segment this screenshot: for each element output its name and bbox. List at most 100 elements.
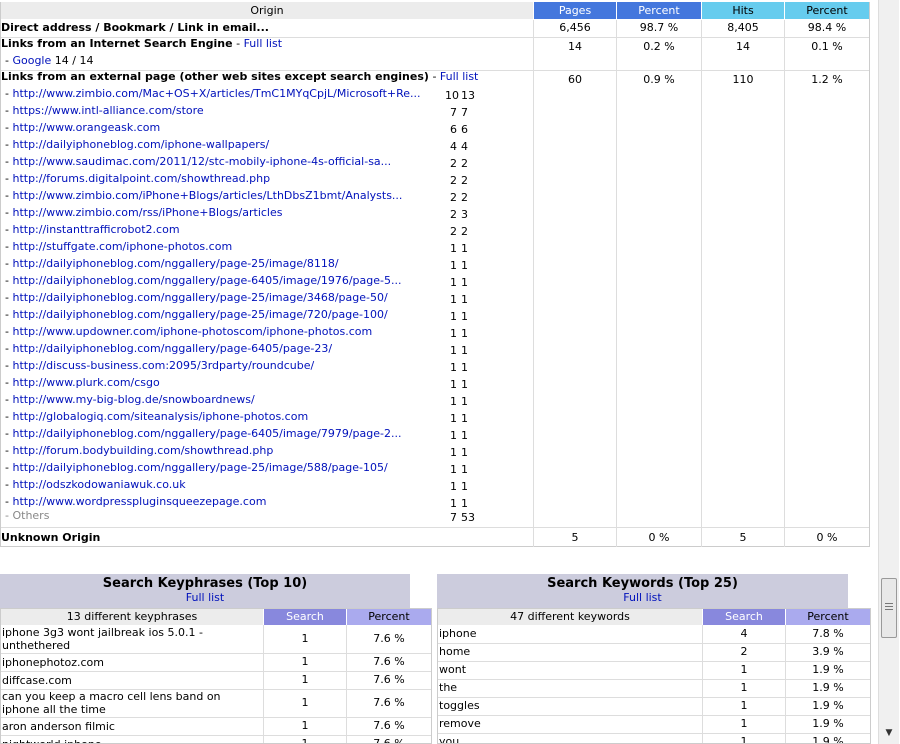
external-link[interactable]: http://www.plurk.com/csgo bbox=[12, 376, 159, 389]
keyphrase-row: aron anderson filmic 1 7.6 % bbox=[1, 717, 431, 736]
scrollbar-thumb[interactable] bbox=[881, 578, 897, 638]
external-link[interactable]: http://discuss-business.com:2095/3rdpart… bbox=[12, 359, 314, 372]
external-link-counts: 11 bbox=[445, 310, 485, 323]
keyword-row: remove 1 1.9 % bbox=[438, 715, 870, 734]
link-hits: 1 bbox=[461, 463, 468, 476]
external-link[interactable]: http://www.saudimac.com/2011/12/stc-mobi… bbox=[12, 155, 391, 168]
keyphrases-count-header: 13 different keyphrases bbox=[1, 609, 263, 625]
search-engine-hits: 14 bbox=[736, 40, 750, 53]
external-link[interactable]: http://globalogiq.com/siteanalysis/iphon… bbox=[12, 410, 308, 423]
unknown-label: Unknown Origin bbox=[1, 531, 101, 544]
external-link-counts: 22 bbox=[445, 191, 485, 204]
external-link[interactable]: http://dailyiphoneblog.com/nggallery/pag… bbox=[12, 427, 401, 440]
keyphrase-search-count: 1 bbox=[301, 737, 309, 744]
link-pages: 2 bbox=[450, 208, 457, 221]
external-link[interactable]: http://www.my-big-blog.de/snowboardnews/ bbox=[12, 393, 254, 406]
scroll-down-arrow-icon[interactable]: ▼ bbox=[882, 728, 896, 742]
external-link[interactable]: http://www.updowner.com/iphone-photoscom… bbox=[12, 325, 372, 338]
external-link[interactable]: https://www.intl-alliance.com/store bbox=[12, 104, 203, 117]
link-pages: 1 bbox=[450, 378, 457, 391]
external-link-row: - http://www.plurk.com/csgo bbox=[5, 376, 160, 389]
keywords-count-header: 47 different keywords bbox=[438, 609, 702, 625]
link-hits: 3 bbox=[461, 208, 468, 221]
external-link-counts: 11 bbox=[445, 327, 485, 340]
external-link[interactable]: http://www.wordpresspluginsqueezepage.co… bbox=[12, 495, 266, 508]
google-link[interactable]: Google bbox=[12, 54, 51, 67]
external-pages-percent: 0.9 % bbox=[643, 73, 675, 86]
external-link-counts: 22 bbox=[445, 157, 485, 170]
vertical-scrollbar[interactable]: ▼ bbox=[878, 0, 899, 744]
col-divider bbox=[346, 653, 347, 671]
external-link-row: - http://dailyiphoneblog.com/nggallery/p… bbox=[5, 291, 388, 304]
others-row: - Others bbox=[5, 509, 49, 522]
external-link-counts: 11 bbox=[445, 395, 485, 408]
external-link-counts: 11 bbox=[445, 259, 485, 272]
keyphrases-search-header: Search bbox=[264, 609, 346, 625]
keywords-title: Search Keywords (Top 25) bbox=[547, 576, 738, 591]
keyword-percent: 1.9 % bbox=[812, 717, 844, 730]
external-link[interactable]: http://www.orangeask.com bbox=[12, 121, 160, 134]
external-link-counts: 11 bbox=[445, 276, 485, 289]
separator: - bbox=[432, 70, 440, 83]
external-link-row: - http://dailyiphoneblog.com/iphone-wall… bbox=[5, 138, 269, 151]
external-link-row: - https://www.intl-alliance.com/store bbox=[5, 104, 204, 117]
link-pages: 1 bbox=[450, 480, 457, 493]
pages-header: Pages bbox=[534, 2, 616, 19]
external-link[interactable]: http://forums.digitalpoint.com/showthrea… bbox=[12, 172, 270, 185]
external-link-row: - http://forums.digitalpoint.com/showthr… bbox=[5, 172, 270, 185]
search-engine-full-list-link[interactable]: Full list bbox=[244, 37, 282, 50]
external-link[interactable]: http://www.zimbio.com/iPhone+Blogs/artic… bbox=[12, 189, 402, 202]
external-link-counts: 66 bbox=[445, 123, 485, 136]
keyphrases-full-list-link[interactable]: Full list bbox=[186, 591, 224, 604]
external-link[interactable]: http://dailyiphoneblog.com/nggallery/pag… bbox=[12, 274, 401, 287]
keyword-text: remove bbox=[439, 717, 481, 730]
keyphrase-percent: 7.6 % bbox=[373, 673, 405, 686]
external-link[interactable]: http://stuffgate.com/iphone-photos.com bbox=[12, 240, 232, 253]
keyphrases-panel-header: Search Keyphrases (Top 10) Full list bbox=[0, 574, 410, 608]
external-link[interactable]: http://www.zimbio.com/Mac+OS+X/articles/… bbox=[12, 87, 420, 100]
col-divider bbox=[785, 697, 786, 715]
unknown-pages: 5 bbox=[571, 531, 579, 544]
col-divider bbox=[785, 643, 786, 661]
external-full-list-link[interactable]: Full list bbox=[440, 70, 478, 83]
keyphrase-percent: 7.6 % bbox=[373, 696, 405, 709]
external-link[interactable]: http://dailyiphoneblog.com/nggallery/pag… bbox=[12, 291, 387, 304]
keywords-full-list-link[interactable]: Full list bbox=[623, 591, 661, 604]
pages-percent-header: Percent bbox=[617, 2, 701, 19]
external-link[interactable]: http://dailyiphoneblog.com/nggallery/pag… bbox=[12, 461, 387, 474]
link-hits: 1 bbox=[461, 344, 468, 357]
others-counts: 7 53 bbox=[445, 511, 485, 524]
link-hits: 2 bbox=[461, 174, 468, 187]
link-hits: 1 bbox=[461, 378, 468, 391]
external-link-counts: 11 bbox=[445, 242, 485, 255]
direct-pages-percent: 98.7 % bbox=[639, 21, 679, 34]
keyword-text: home bbox=[439, 645, 471, 658]
col-divider bbox=[263, 717, 264, 735]
keyword-text: the bbox=[439, 681, 458, 694]
origin-header: Origin bbox=[1, 2, 533, 19]
external-link[interactable]: http://dailyiphoneblog.com/nggallery/pag… bbox=[12, 308, 387, 321]
external-link-row: - http://odszkodowaniawuk.co.uk bbox=[5, 478, 186, 491]
col-divider bbox=[702, 715, 703, 733]
external-link-row: - http://www.saudimac.com/2011/12/stc-mo… bbox=[5, 155, 391, 168]
keyword-row: iphone 4 7.8 % bbox=[438, 625, 870, 644]
external-link[interactable]: http://dailyiphoneblog.com/nggallery/pag… bbox=[12, 257, 338, 270]
col-divider bbox=[702, 679, 703, 697]
link-hits: 1 bbox=[461, 429, 468, 442]
external-link[interactable]: http://odszkodowaniawuk.co.uk bbox=[12, 478, 185, 491]
external-link-row: - http://www.my-big-blog.de/snowboardnew… bbox=[5, 393, 255, 406]
external-link[interactable]: http://dailyiphoneblog.com/iphone-wallpa… bbox=[12, 138, 269, 151]
keyphrase-text: nightworld iphone bbox=[2, 735, 257, 743]
link-hits: 1 bbox=[461, 361, 468, 374]
search-engine-pages-percent: 0.2 % bbox=[643, 40, 675, 53]
direct-hits-percent: 98.4 % bbox=[807, 21, 847, 34]
external-link-row: - http://dailyiphoneblog.com/nggallery/p… bbox=[5, 257, 339, 270]
external-link[interactable]: http://www.zimbio.com/rss/iPhone+Blogs/a… bbox=[12, 206, 282, 219]
external-link-counts: 77 bbox=[445, 106, 485, 119]
external-link[interactable]: http://dailyiphoneblog.com/nggallery/pag… bbox=[12, 342, 332, 355]
external-hits: 110 bbox=[732, 73, 754, 86]
link-pages: 7 bbox=[450, 106, 457, 119]
keyword-search-count: 1 bbox=[740, 717, 748, 730]
external-link[interactable]: http://forum.bodybuilding.com/showthread… bbox=[12, 444, 273, 457]
external-link[interactable]: http://instanttrafficrobot2.com bbox=[12, 223, 179, 236]
